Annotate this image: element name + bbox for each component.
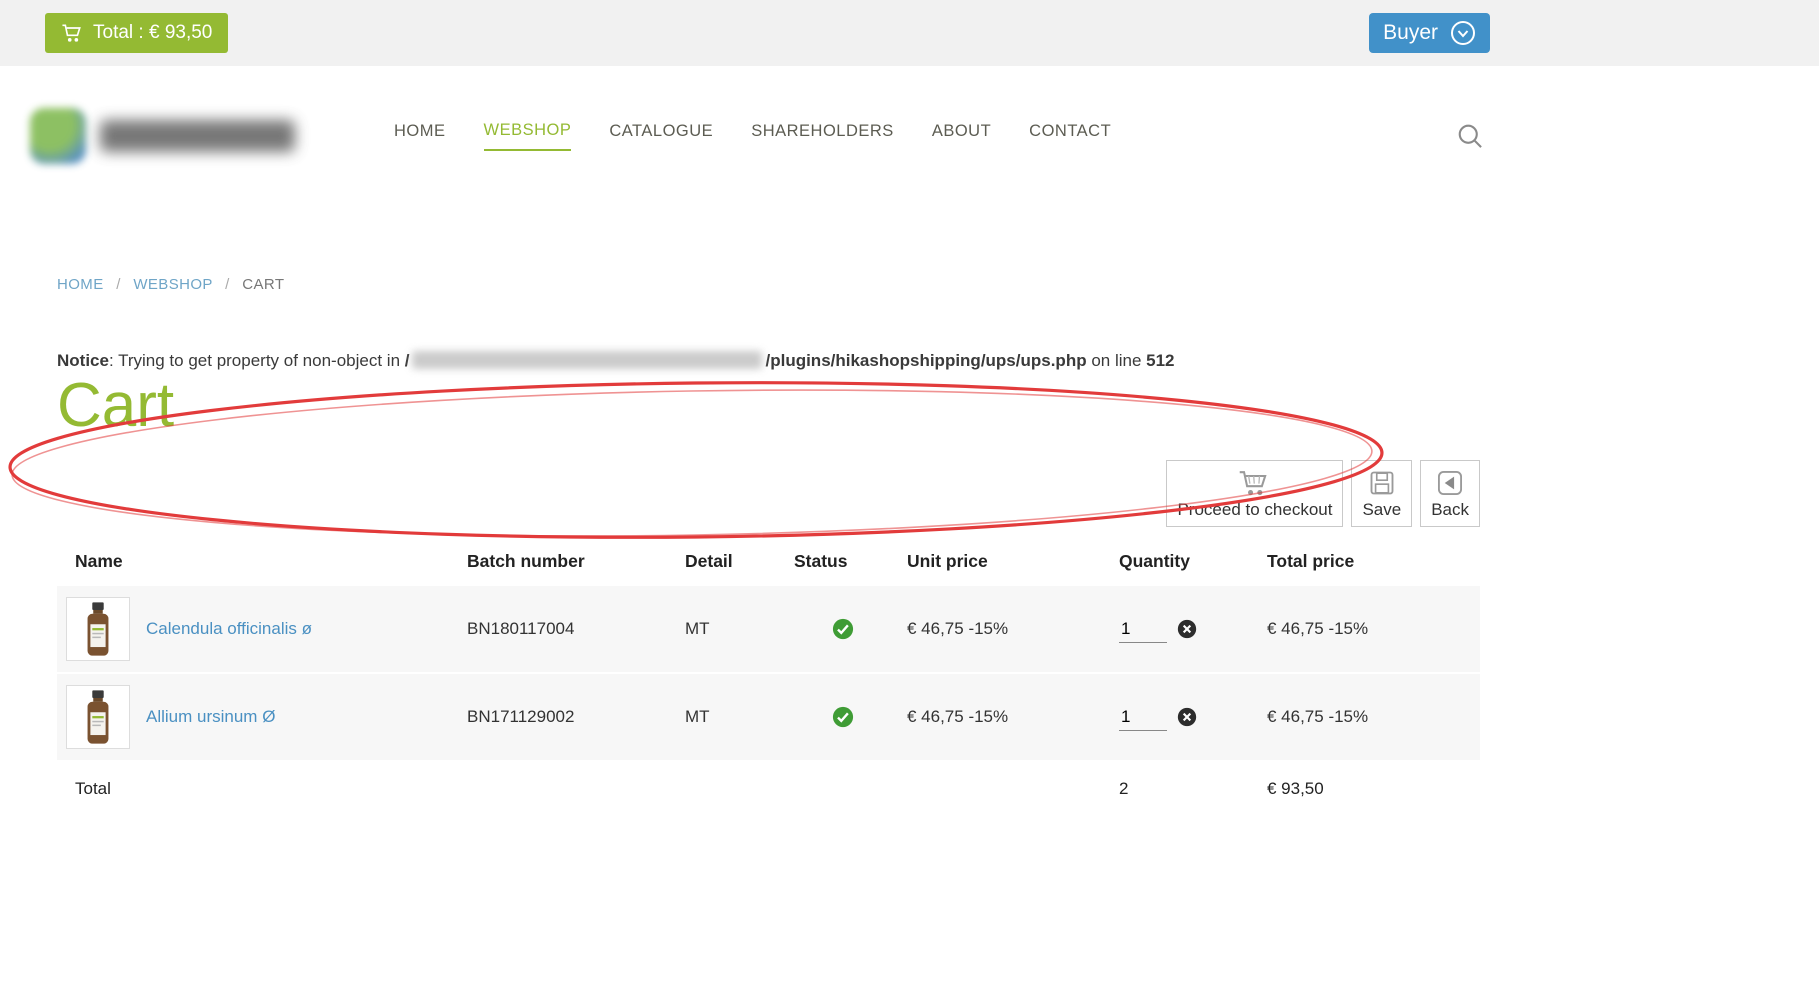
unit-price: € 46,75 -15% xyxy=(907,619,1119,639)
search-button[interactable] xyxy=(1456,122,1484,150)
detail-value: MT xyxy=(685,707,794,727)
header-status: Status xyxy=(794,551,907,572)
remove-item-button[interactable] xyxy=(1177,619,1197,639)
notice-path: /plugins/hikashopshipping/ups/ups.php xyxy=(765,351,1086,370)
page-title: Cart xyxy=(57,373,1819,438)
detail-value: MT xyxy=(685,619,794,639)
cart-actions: Proceed to checkout Save Back xyxy=(57,460,1480,527)
back-icon xyxy=(1435,469,1465,497)
breadcrumb-separator: / xyxy=(116,276,121,293)
status-ok-icon xyxy=(832,706,907,728)
proceed-to-checkout-label: Proceed to checkout xyxy=(1177,500,1332,520)
save-floppy-icon xyxy=(1367,469,1397,497)
remove-item-button[interactable] xyxy=(1177,707,1197,727)
buyer-label: Buyer xyxy=(1383,21,1438,45)
footer-total-label: Total xyxy=(57,779,467,799)
nav-item-about[interactable]: ABOUT xyxy=(932,122,991,150)
main-content: HOME / WEBSHOP / CART Notice: Trying to … xyxy=(0,276,1819,816)
breadcrumb-separator: / xyxy=(225,276,230,293)
search-icon xyxy=(1456,122,1484,150)
nav-item-shareholders[interactable]: SHAREHOLDERS xyxy=(751,122,894,150)
status-ok-icon xyxy=(832,618,907,640)
breadcrumb-current: CART xyxy=(242,276,284,293)
product-image[interactable] xyxy=(66,685,130,749)
proceed-to-checkout-button[interactable]: Proceed to checkout xyxy=(1166,460,1343,527)
batch-number: BN180117004 xyxy=(467,619,685,639)
unit-price: € 46,75 -15% xyxy=(907,707,1119,727)
product-link[interactable]: Calendula officinalis ø xyxy=(146,619,312,639)
header-detail: Detail xyxy=(685,551,794,572)
header-name: Name xyxy=(57,551,467,572)
notice-label: Notice xyxy=(57,351,109,370)
chevron-down-icon xyxy=(1450,20,1476,46)
save-button[interactable]: Save xyxy=(1351,460,1412,527)
php-notice: Notice: Trying to get property of non-ob… xyxy=(57,351,1819,371)
header-batch-number: Batch number xyxy=(467,551,685,572)
header-quantity: Quantity xyxy=(1119,551,1267,572)
cart-total-label: Total : € 93,50 xyxy=(93,22,212,44)
nav-item-webshop[interactable]: WEBSHOP xyxy=(484,121,572,151)
back-label: Back xyxy=(1431,500,1469,520)
quantity-input[interactable] xyxy=(1119,615,1167,643)
notice-on-line: on line xyxy=(1087,351,1147,370)
notice-slash: / xyxy=(405,351,410,370)
table-row: Allium ursinum Ø BN171129002 MT € 46,75 … xyxy=(57,674,1480,760)
nav-item-home[interactable]: HOME xyxy=(394,122,446,150)
top-bar: Total : € 93,50 Buyer xyxy=(0,0,1819,66)
cart-table-header: Name Batch number Detail Status Unit pri… xyxy=(57,543,1480,586)
breadcrumb-home[interactable]: HOME xyxy=(57,276,104,293)
nav-item-catalogue[interactable]: CATALOGUE xyxy=(609,122,713,150)
logo-mark-blurred xyxy=(30,108,86,164)
main-nav: HOME WEBSHOP CATALOGUE SHAREHOLDERS ABOU… xyxy=(394,121,1111,151)
row-total-price: € 46,75 -15% xyxy=(1267,707,1480,727)
cart-table: Name Batch number Detail Status Unit pri… xyxy=(57,543,1480,816)
notice-line-number: 512 xyxy=(1146,351,1174,370)
nav-item-contact[interactable]: CONTACT xyxy=(1029,122,1111,150)
site-header: HOME WEBSHOP CATALOGUE SHAREHOLDERS ABOU… xyxy=(0,66,1819,206)
batch-number: BN171129002 xyxy=(467,707,685,727)
save-label: Save xyxy=(1362,500,1401,520)
product-image[interactable] xyxy=(66,597,130,661)
site-logo[interactable] xyxy=(30,108,310,164)
notice-message: : Trying to get property of non-object i… xyxy=(109,351,405,370)
table-row: Calendula officinalis ø BN180117004 MT €… xyxy=(57,586,1480,672)
product-link[interactable]: Allium ursinum Ø xyxy=(146,707,275,727)
buyer-menu-button[interactable]: Buyer xyxy=(1369,13,1490,53)
cart-table-footer: Total 2 € 93,50 xyxy=(57,762,1480,816)
row-total-price: € 46,75 -15% xyxy=(1267,619,1480,639)
back-button[interactable]: Back xyxy=(1420,460,1480,527)
cart-total-button[interactable]: Total : € 93,50 xyxy=(45,13,228,53)
cart-icon xyxy=(61,23,83,43)
breadcrumb: HOME / WEBSHOP / CART xyxy=(57,276,1819,293)
logo-text-blurred xyxy=(100,120,295,152)
checkout-cart-icon xyxy=(1237,469,1273,497)
quantity-input[interactable] xyxy=(1119,703,1167,731)
footer-total-price: € 93,50 xyxy=(1267,779,1480,799)
header-total-price: Total price xyxy=(1267,551,1480,572)
header-unit-price: Unit price xyxy=(907,551,1119,572)
footer-total-quantity: 2 xyxy=(1119,779,1267,799)
breadcrumb-webshop[interactable]: WEBSHOP xyxy=(133,276,212,293)
redacted-server-path xyxy=(412,351,762,369)
